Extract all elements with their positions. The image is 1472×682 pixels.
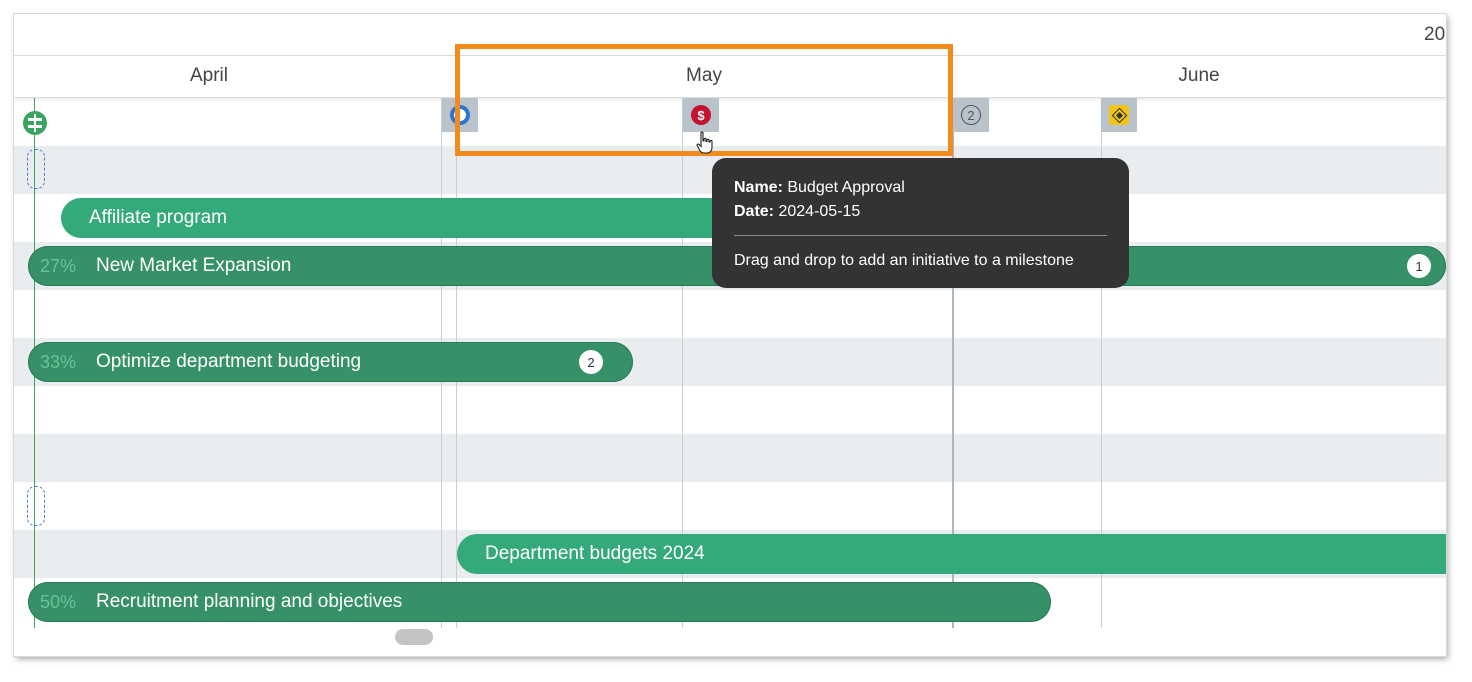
initiative-label: Optimize department budgeting: [96, 351, 362, 372]
initiative-bar-recruitment-planning[interactable]: 50% Recruitment planning and objectives: [28, 582, 1051, 622]
initiative-label: New Market Expansion: [96, 255, 292, 276]
initiative-label: Department budgets 2024: [485, 543, 705, 564]
drop-placeholder[interactable]: [27, 486, 45, 526]
drop-placeholder[interactable]: [27, 149, 45, 189]
month-april: April: [189, 65, 228, 86]
tooltip-name-label: Name:: [734, 179, 783, 196]
initiative-percent: 50%: [40, 591, 77, 612]
milestone-tooltip: Name: Budget Approval Date: 2024-05-15 D…: [712, 158, 1129, 288]
initiative-percent: 27%: [40, 255, 77, 276]
row-band: [14, 434, 1446, 482]
initiative-count-badge[interactable]: 2: [579, 350, 603, 374]
milestone-diamond-icon: [1109, 105, 1129, 125]
hand-cursor-icon: [696, 131, 713, 154]
initiative-bar-affiliate-program[interactable]: Affiliate program: [61, 198, 751, 238]
roadmap-timeline: 20 April May June $ 2 Affiliate program …: [14, 14, 1446, 656]
initiative-label: Affiliate program: [89, 207, 227, 228]
tooltip-hint: Drag and drop to add an initiative to a …: [734, 252, 1074, 269]
initiative-bar-department-budgets-2024[interactable]: Department budgets 2024: [457, 534, 1446, 574]
tooltip-divider: [734, 235, 1107, 236]
milestone-count-icon: 2: [961, 105, 981, 125]
milestone-group[interactable]: 2: [953, 98, 989, 132]
initiative-percent: 33%: [40, 351, 77, 372]
initiative-count-badge[interactable]: 1: [1407, 254, 1431, 278]
tooltip-date-label: Date:: [734, 203, 775, 220]
month-june: June: [1178, 65, 1220, 86]
tooltip-name-row: Name: Budget Approval: [734, 176, 1107, 200]
initiative-label: Recruitment planning and objectives: [96, 591, 403, 612]
tooltip-name-value: Budget Approval: [787, 179, 905, 196]
today-marker-icon[interactable]: [23, 111, 47, 135]
initiative-bar-optimize-department-budgeting[interactable]: 33% Optimize department budgeting 2: [28, 342, 633, 382]
year-label: 20: [1424, 24, 1446, 45]
horizontal-scrollbar[interactable]: [395, 629, 433, 645]
tooltip-date-row: Date: 2024-05-15: [734, 200, 1107, 224]
milestone-diamond[interactable]: [1101, 98, 1137, 132]
tooltip-date-value: 2024-05-15: [778, 203, 861, 220]
